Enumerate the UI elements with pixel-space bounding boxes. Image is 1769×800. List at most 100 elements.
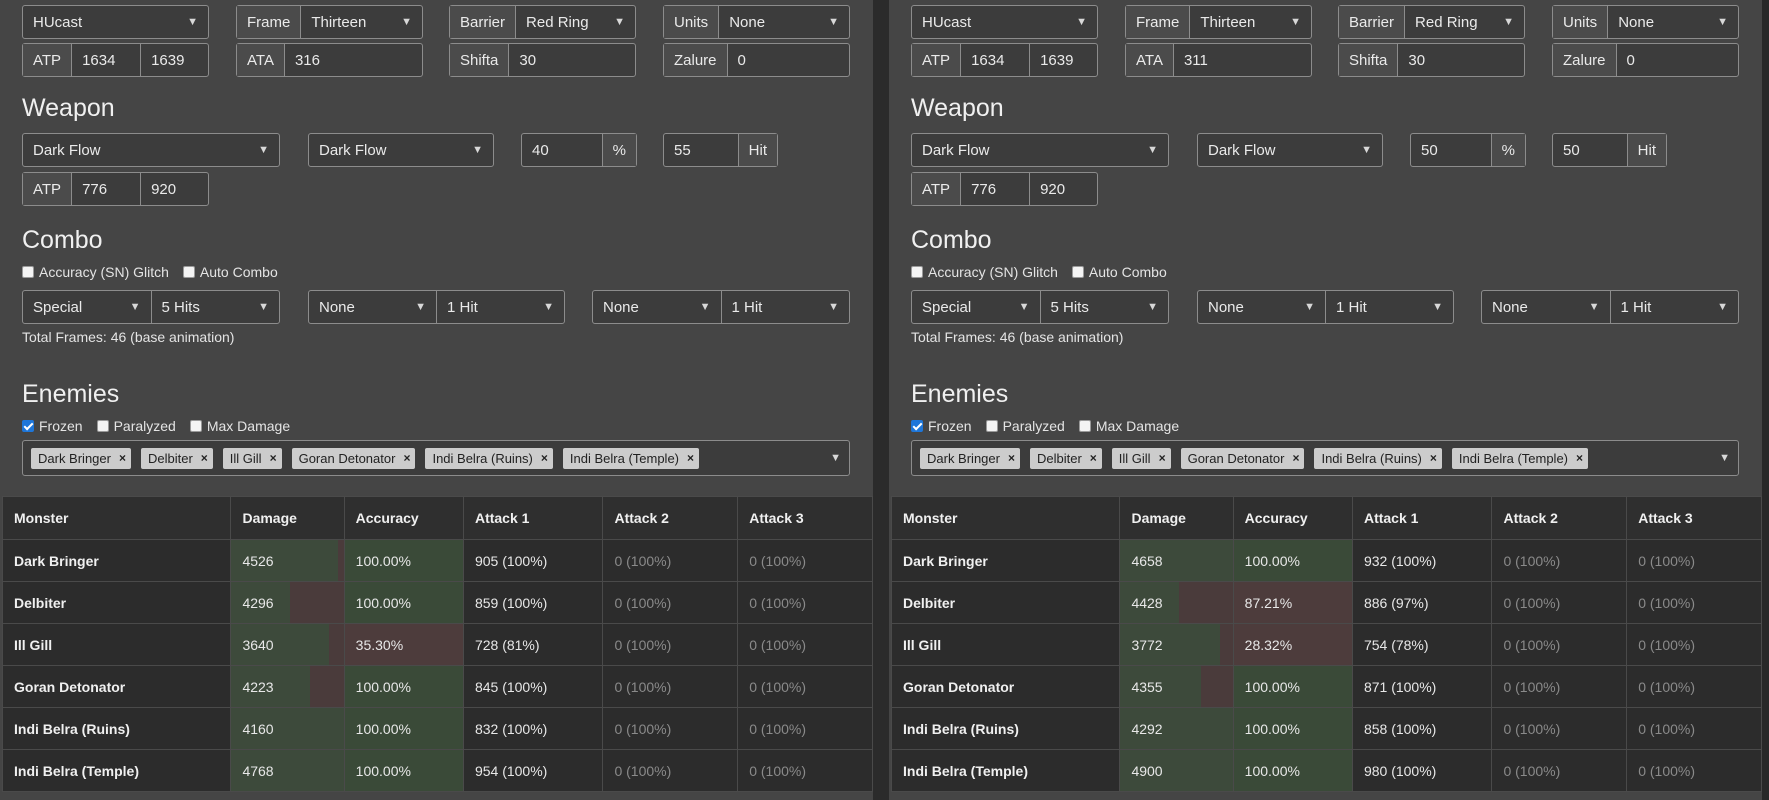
combo-hits-select[interactable]: 1 Hit ▼ [436, 291, 564, 323]
weapon-atp-min-input[interactable]: 776 [960, 173, 1029, 205]
ata-input[interactable]: 316 [283, 44, 422, 76]
column-header[interactable]: Accuracy [343, 496, 464, 540]
enemy-tag-label: Indi Belra (Temple) [569, 450, 680, 466]
column-header[interactable]: Attack 3 [1626, 496, 1762, 540]
close-icon[interactable]: × [270, 451, 277, 465]
close-icon[interactable]: × [119, 451, 126, 465]
shifta-input[interactable]: 30 [508, 44, 635, 76]
combo-attack-select[interactable]: None ▼ [309, 291, 436, 323]
ata-field: ATA 311 [1125, 43, 1312, 77]
close-icon[interactable]: × [1090, 451, 1097, 465]
chevron-down-icon: ▼ [401, 16, 412, 28]
combo-attack-select[interactable]: None ▼ [1198, 291, 1325, 323]
weapon-heading: Weapon [911, 94, 1004, 122]
max-damage-checkbox[interactable] [1078, 420, 1091, 432]
barrier-select[interactable]: Barrier Red Ring ▼ [1338, 5, 1525, 39]
combo-hits-select[interactable]: 5 Hits ▼ [150, 291, 280, 323]
damage-value: 4223 [242, 678, 274, 695]
attack-1-cell: 954 (100%) [462, 749, 604, 792]
damage-bar-remainder [289, 582, 344, 623]
atp-min-input[interactable]: 1634 [960, 44, 1029, 76]
auto-combo-checkbox[interactable] [1071, 266, 1084, 278]
column-header[interactable]: Attack 3 [737, 496, 873, 540]
damage-cell: 4223 [230, 665, 345, 708]
atp-max-input[interactable]: 1639 [140, 44, 208, 76]
weapon-special-select[interactable]: Dark Flow ▼ [308, 133, 494, 167]
column-header[interactable]: Attack 1 [462, 496, 604, 540]
close-icon[interactable]: × [1159, 451, 1166, 465]
chevron-down-icon[interactable]: ▼ [1719, 452, 1730, 464]
close-icon[interactable]: × [541, 451, 548, 465]
atp-min-input[interactable]: 1634 [71, 44, 140, 76]
close-icon[interactable]: × [201, 451, 208, 465]
barrier-select[interactable]: Barrier Red Ring ▼ [449, 5, 636, 39]
weapon-hit-input[interactable]: 50 [1553, 134, 1627, 166]
checkbox-icon[interactable] [22, 266, 34, 278]
combo-hits-select[interactable]: 1 Hit ▼ [1609, 291, 1739, 323]
column-header[interactable]: Attack 1 [1351, 496, 1493, 540]
damage-bar-remainder [1201, 666, 1233, 707]
paralyzed-checkbox[interactable] [96, 420, 109, 432]
column-header[interactable]: Damage [230, 496, 345, 540]
max-damage-checkbox[interactable] [189, 420, 202, 432]
combo-hits-select[interactable]: 5 Hits ▼ [1039, 291, 1169, 323]
frame-select[interactable]: Frame Thirteen ▼ [236, 5, 423, 39]
close-icon[interactable]: × [1292, 451, 1299, 465]
frozen-checkbox[interactable] [911, 420, 923, 432]
column-header[interactable]: Damage [1119, 496, 1234, 540]
combo-attack-select[interactable]: None ▼ [1482, 291, 1610, 323]
combo-attack-select[interactable]: None ▼ [593, 291, 721, 323]
combo-hits-select[interactable]: 1 Hit ▼ [720, 291, 850, 323]
class-select[interactable]: HUcast ▼ [22, 5, 209, 39]
weapon-special-select[interactable]: Dark Flow ▼ [1197, 133, 1383, 167]
close-icon[interactable]: × [1008, 451, 1015, 465]
frozen-checkbox[interactable] [22, 420, 34, 432]
checkbox-icon[interactable] [911, 266, 923, 278]
weapon-select[interactable]: Dark Flow ▼ [22, 133, 280, 167]
column-header[interactable]: Attack 2 [602, 496, 739, 540]
column-header[interactable]: Attack 2 [1491, 496, 1628, 540]
weapon-percent-input[interactable]: 40 [522, 134, 602, 166]
units-select[interactable]: Units None ▼ [1552, 5, 1739, 39]
column-header[interactable]: Monster [1, 496, 232, 540]
combo-hits-select[interactable]: 1 Hit ▼ [1325, 291, 1453, 323]
class-select[interactable]: HUcast ▼ [911, 5, 1098, 39]
weapon-select[interactable]: Dark Flow ▼ [911, 133, 1169, 167]
units-select[interactable]: Units None ▼ [663, 5, 850, 39]
enemy-multiselect[interactable]: Dark Bringer × Delbiter × Ill Gill × Goran Det… [22, 440, 850, 476]
paralyzed-checkbox[interactable] [985, 420, 998, 432]
accuracy-glitch-checkbox[interactable]: Accuracy (SN) Glitch Auto Combo [911, 264, 1167, 280]
shifta-field: Shifta 30 [1338, 43, 1525, 77]
combo-attack-select[interactable]: Special ▼ [23, 291, 151, 323]
frame-select[interactable]: Frame Thirteen ▼ [1125, 5, 1312, 39]
atp-max-input[interactable]: 1639 [1029, 44, 1097, 76]
damage-cell: 3772 [1119, 623, 1234, 666]
weapon-atp-min-input[interactable]: 776 [71, 173, 140, 205]
weapon-percent-input[interactable]: 50 [1411, 134, 1491, 166]
close-icon[interactable]: × [403, 451, 410, 465]
column-header[interactable]: Monster [890, 496, 1121, 540]
close-icon[interactable]: × [687, 451, 694, 465]
auto-combo-checkbox[interactable] [182, 266, 195, 278]
weapon-percent-field: 40 % [521, 133, 637, 167]
weapon-atp-max-input[interactable]: 920 [1029, 173, 1097, 205]
ata-input[interactable]: 311 [1172, 44, 1311, 76]
frozen-label: Frozen [928, 418, 972, 434]
zalure-input[interactable]: 0 [726, 44, 849, 76]
zalure-input[interactable]: 0 [1615, 44, 1738, 76]
weapon-hit-input[interactable]: 55 [664, 134, 738, 166]
column-header[interactable]: Accuracy [1232, 496, 1353, 540]
accuracy-glitch-checkbox[interactable]: Accuracy (SN) Glitch Auto Combo [22, 264, 278, 280]
weapon-atp-max-input[interactable]: 920 [140, 173, 208, 205]
barrier-label: Barrier [450, 6, 516, 38]
chevron-down-icon[interactable]: ▼ [830, 452, 841, 464]
close-icon[interactable]: × [1430, 451, 1437, 465]
chevron-down-icon: ▼ [1290, 16, 1301, 28]
shifta-input[interactable]: 30 [1397, 44, 1524, 76]
combo-attack-select[interactable]: Special ▼ [912, 291, 1040, 323]
close-icon[interactable]: × [1576, 451, 1583, 465]
enemy-multiselect[interactable]: Dark Bringer × Delbiter × Ill Gill × Goran Det… [911, 440, 1739, 476]
combo-attack-value: Special [33, 298, 83, 316]
chevron-down-icon: ▼ [1304, 301, 1315, 313]
chevron-down-icon: ▼ [543, 301, 554, 313]
